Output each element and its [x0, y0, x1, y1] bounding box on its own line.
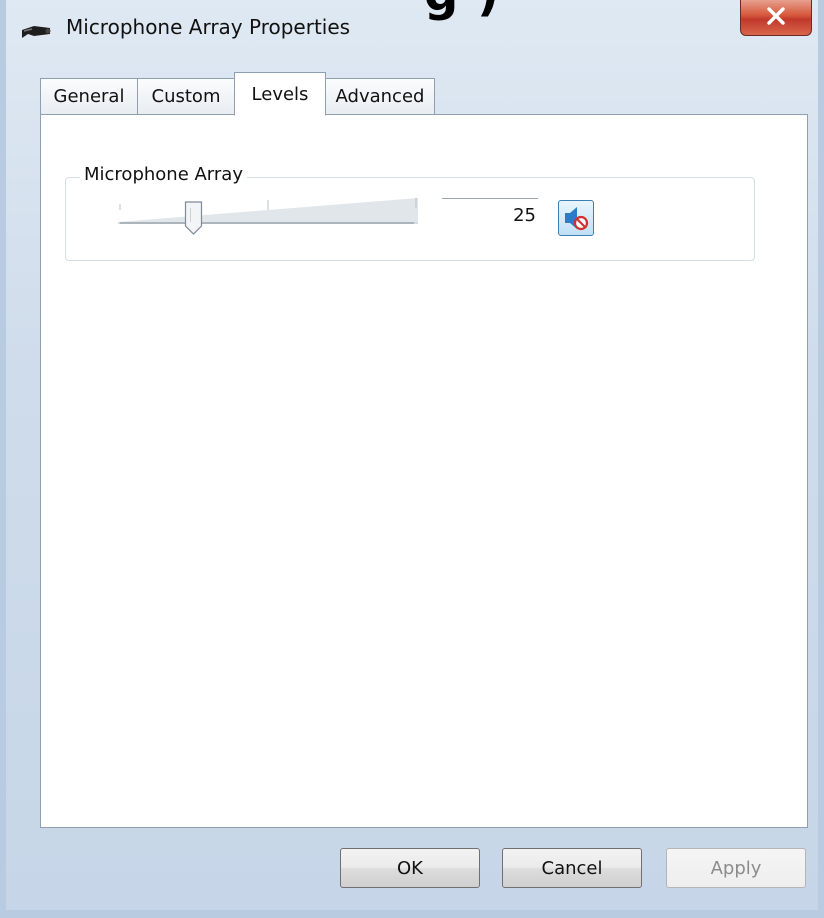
microphone-app-icon: [20, 22, 52, 42]
level-value: 25: [442, 198, 538, 232]
cancel-button[interactable]: Cancel: [502, 848, 642, 888]
slider-thumb[interactable]: [184, 201, 203, 235]
apply-button[interactable]: Apply: [666, 848, 806, 888]
tab-custom[interactable]: Custom: [137, 78, 235, 114]
microphone-array-group: Microphone Array 25: [65, 164, 755, 261]
tab-levels[interactable]: Levels: [234, 72, 326, 116]
group-label: Microphone Array: [80, 164, 247, 185]
mute-toggle-button[interactable]: [558, 200, 594, 236]
level-slider[interactable]: [118, 196, 418, 240]
close-button[interactable]: [740, 0, 812, 36]
properties-window: g ) Microphone Array Properties General …: [0, 0, 824, 918]
close-icon: [765, 6, 787, 29]
tab-general[interactable]: General: [40, 78, 138, 114]
speaker-muted-icon: [559, 207, 593, 239]
ok-button[interactable]: OK: [340, 848, 480, 888]
tab-advanced[interactable]: Advanced: [325, 78, 435, 114]
window-title: Microphone Array Properties: [66, 15, 351, 39]
title-bar: Microphone Array Properties: [6, 0, 818, 58]
levels-tab-panel: Microphone Array 25: [40, 114, 808, 828]
